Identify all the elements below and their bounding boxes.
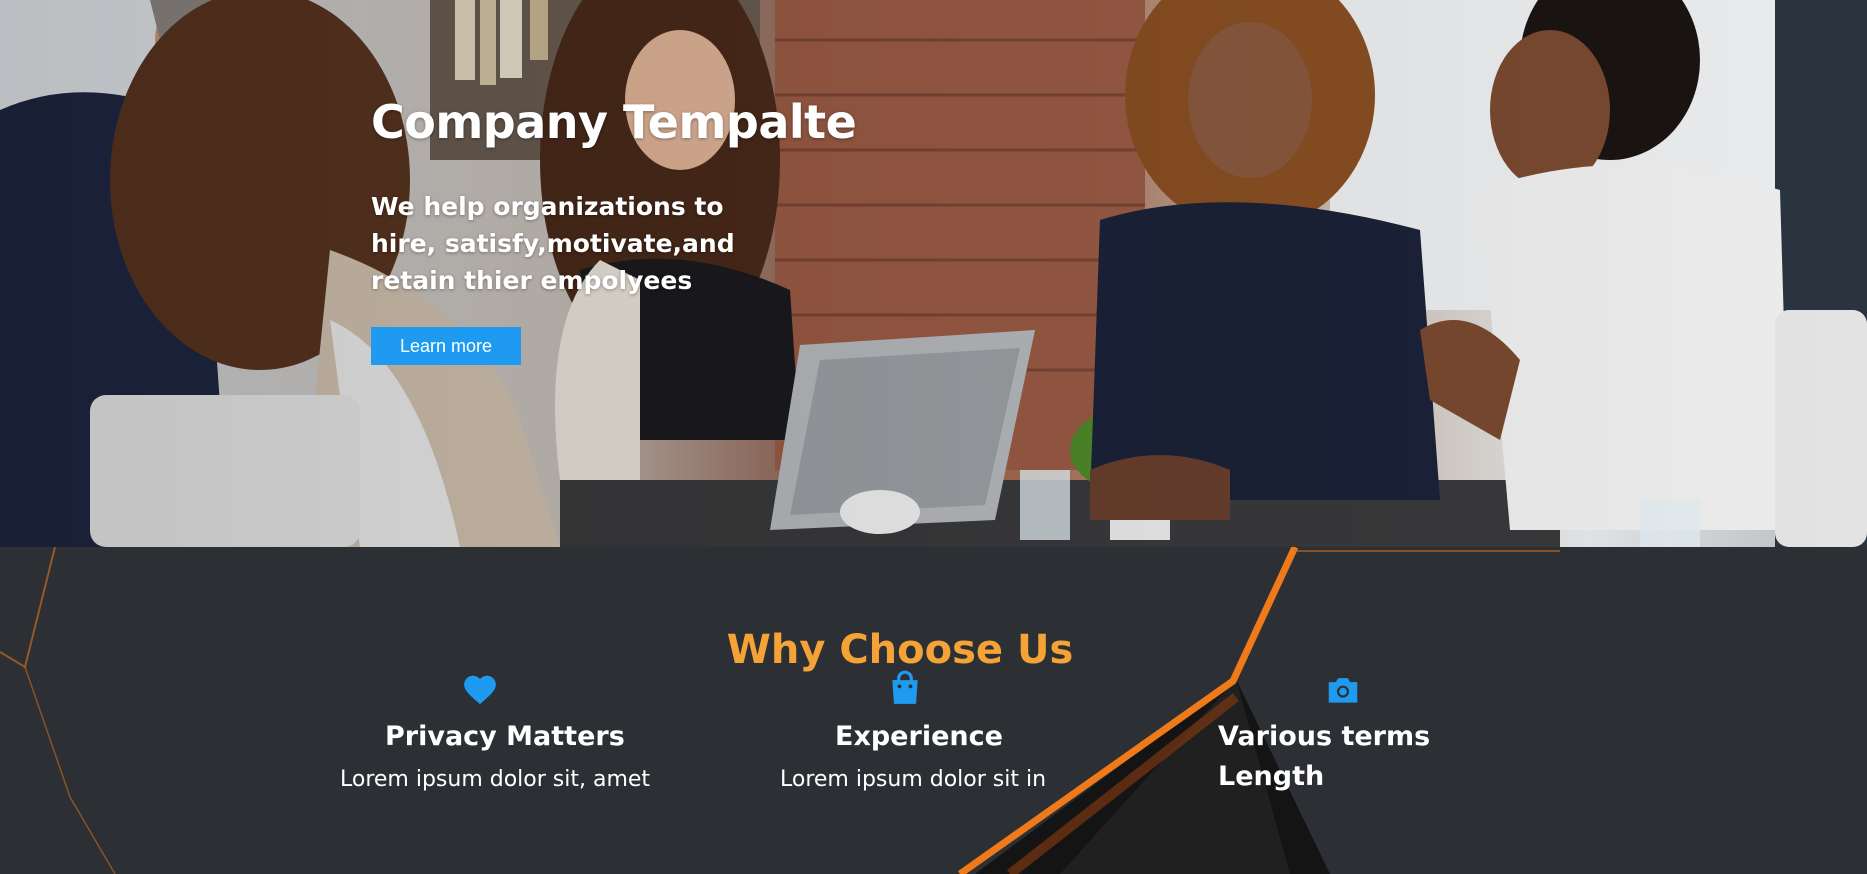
hero-subtitle: We help organizations to hire, satisfy,m…: [371, 192, 735, 295]
page: Company Tempalte We help organizations t…: [0, 0, 1867, 874]
hero-overlay: [0, 0, 1867, 547]
feature-title: Various terms Length: [1218, 721, 1431, 792]
camera-icon: [1328, 678, 1358, 703]
hero-banner: Company Tempalte We help organizations t…: [0, 0, 1867, 547]
feature-text: Lorem ipsum dolor sit in: [780, 767, 1047, 792]
why-choose-us-section: Why Choose Us Privacy Matters Lorem ipsu…: [0, 547, 1867, 874]
section-title: Why Choose Us: [726, 627, 1074, 673]
decorative-background: [0, 547, 1560, 874]
shopping-bag-icon: [892, 670, 918, 704]
feature-title: Experience: [835, 721, 1003, 752]
learn-more-button[interactable]: Learn more: [371, 327, 521, 365]
feature-title: Privacy Matters: [385, 721, 625, 752]
hero-title: Company Tempalte: [371, 95, 857, 149]
feature-text: Lorem ipsum dolor sit, amet: [340, 767, 651, 792]
heart-icon: [464, 675, 496, 705]
